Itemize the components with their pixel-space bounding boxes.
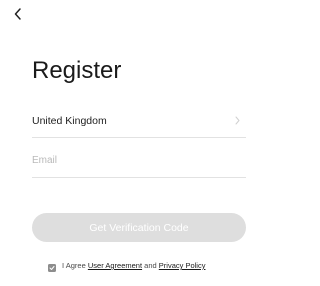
agree-prefix: I Agree	[62, 261, 86, 270]
get-verification-code-button[interactable]: Get Verification Code	[32, 213, 246, 242]
privacy-policy-link[interactable]: Privacy Policy	[159, 261, 206, 270]
email-field[interactable]	[32, 155, 246, 166]
agreement-text: I Agree User Agreement and Privacy Polic…	[62, 261, 205, 270]
back-button[interactable]	[8, 4, 28, 24]
country-value: United Kingdom	[32, 114, 107, 127]
page-title: Register	[32, 57, 122, 84]
agree-and: and	[144, 261, 157, 270]
chevron-left-icon	[14, 8, 22, 20]
email-field-container	[32, 144, 246, 178]
agreement-row: I Agree User Agreement and Privacy Polic…	[48, 261, 248, 272]
agree-checkbox[interactable]	[48, 264, 56, 272]
country-selector[interactable]: United Kingdom	[32, 104, 246, 138]
chevron-right-icon	[232, 116, 242, 126]
user-agreement-link[interactable]: User Agreement	[88, 261, 142, 270]
checkmark-icon	[49, 266, 55, 270]
